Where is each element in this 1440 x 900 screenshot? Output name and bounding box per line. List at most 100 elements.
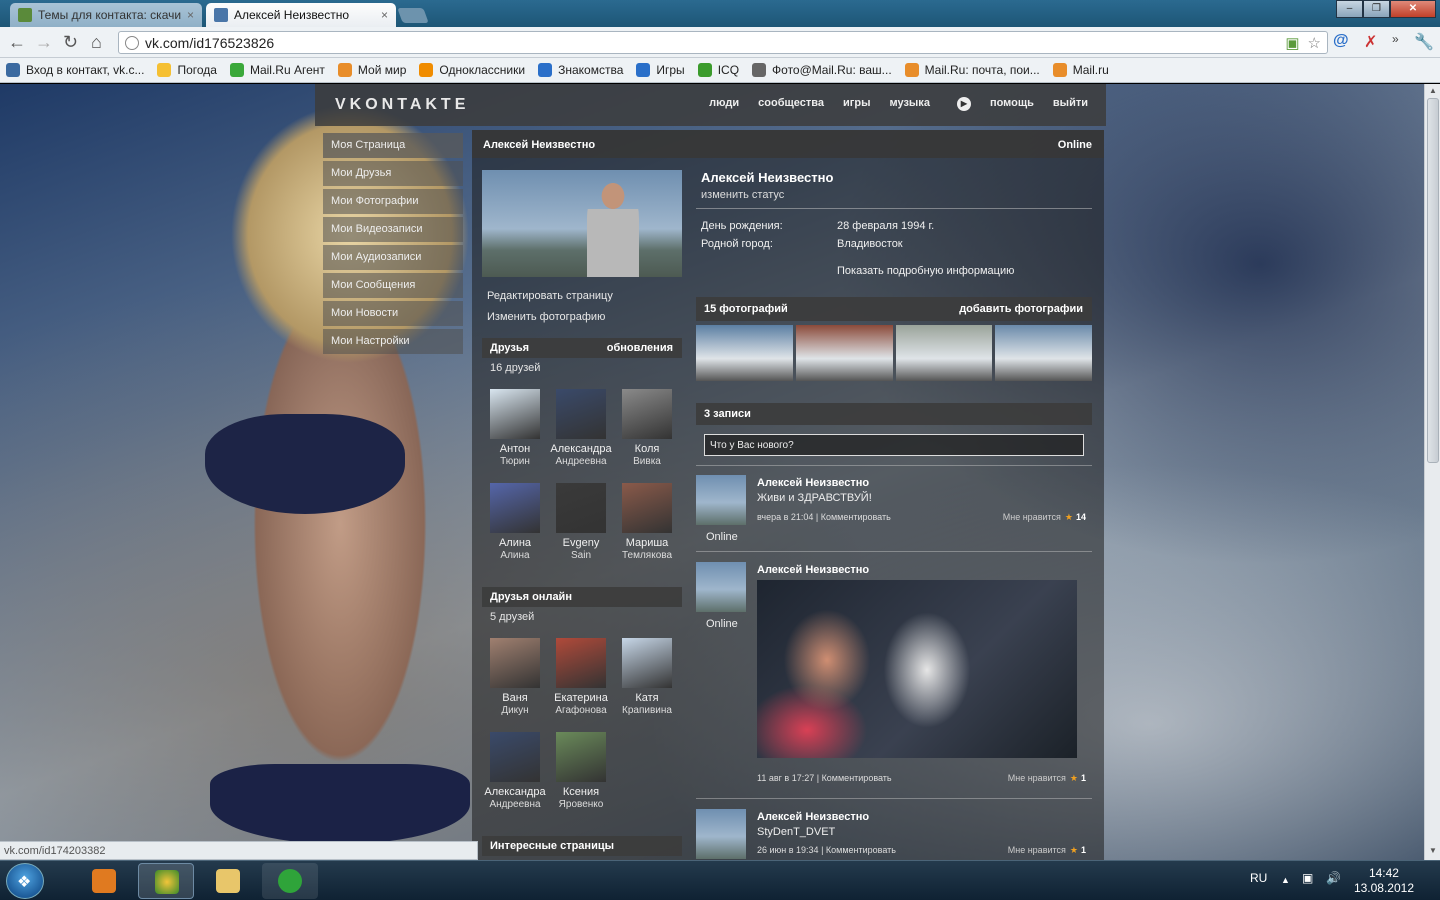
- friend-item[interactable]: Ксения Яровенко: [548, 732, 614, 811]
- tab-profile[interactable]: Алексей Неизвестно ×: [206, 3, 396, 27]
- nav-4[interactable]: музыка: [889, 97, 929, 111]
- bookmark-item[interactable]: Знакомства: [538, 63, 623, 77]
- post-author-avatar[interactable]: [696, 809, 746, 859]
- system-clock[interactable]: 14:42 13.08.2012: [1354, 866, 1414, 896]
- friend-item[interactable]: Катя Крапивина: [614, 638, 680, 717]
- post-photo[interactable]: [757, 580, 1077, 758]
- scrollbar-thumb[interactable]: [1427, 98, 1439, 463]
- post-date[interactable]: 11 авг в 17:27: [757, 773, 814, 783]
- start-button[interactable]: ❖: [6, 863, 44, 899]
- profile-avatar[interactable]: [482, 170, 682, 277]
- friend-item[interactable]: Александра Андреевна: [482, 732, 548, 811]
- left-menu-item[interactable]: Мои Видеозаписи: [323, 217, 463, 242]
- friend-item[interactable]: Evgeny Sain: [548, 483, 614, 562]
- bookmark-item[interactable]: Mail.Ru Агент: [229, 63, 325, 77]
- add-photos-link[interactable]: добавить фотографии: [959, 303, 1083, 315]
- friend-avatar[interactable]: [490, 638, 540, 688]
- play-music-icon[interactable]: ▶: [956, 97, 971, 111]
- friends-online-title[interactable]: Друзья онлайн: [490, 591, 572, 603]
- friends-updates-link[interactable]: обновления: [607, 342, 673, 354]
- friend-item[interactable]: Александра Андреевна: [548, 389, 614, 468]
- profile-photo-thumb[interactable]: [696, 325, 793, 381]
- mailru-icon[interactable]: @: [1333, 32, 1349, 50]
- change-status-link[interactable]: изменить статус: [701, 189, 784, 201]
- friend-avatar[interactable]: [490, 732, 540, 782]
- friend-item[interactable]: Алина Алина: [482, 483, 548, 562]
- bookmark-item[interactable]: Mail.ru: [1052, 63, 1109, 77]
- post-author-avatar[interactable]: [696, 475, 746, 525]
- extension-icon[interactable]: ▣: [1285, 34, 1299, 52]
- friend-avatar[interactable]: [622, 389, 672, 439]
- like-button[interactable]: Мне нравится ★ 1: [1008, 845, 1086, 856]
- comment-link[interactable]: Комментировать: [822, 773, 892, 783]
- left-menu-item[interactable]: Мои Аудиозаписи: [323, 245, 463, 270]
- bookmark-item[interactable]: Игры: [636, 63, 685, 77]
- birthday-value[interactable]: 28 февраля 1994 г.: [837, 220, 934, 232]
- profile-photo-thumb[interactable]: [995, 325, 1092, 381]
- photos-count[interactable]: 15 фотографий: [704, 303, 788, 315]
- friend-avatar[interactable]: [490, 389, 540, 439]
- bookmark-item[interactable]: Mail.Ru: почта, пои...: [904, 63, 1040, 77]
- scroll-down-icon[interactable]: ▼: [1429, 846, 1437, 855]
- nav-2[interactable]: сообщества: [758, 97, 824, 111]
- network-icon[interactable]: ▣: [1302, 871, 1313, 885]
- address-bar[interactable]: vk.com/id176523826 ▣ ☆: [118, 31, 1328, 54]
- left-menu-item[interactable]: Моя Страница: [323, 133, 463, 158]
- bookmark-item[interactable]: Мой мир: [337, 63, 406, 77]
- left-menu-item[interactable]: Мои Сообщения: [323, 273, 463, 298]
- left-menu-item[interactable]: Мои Друзья: [323, 161, 463, 186]
- change-photo-link[interactable]: Изменить фотографию: [487, 311, 605, 323]
- new-tab-button[interactable]: [397, 8, 429, 23]
- friend-item[interactable]: Коля Вивка: [614, 389, 680, 468]
- home-icon[interactable]: ⌂: [91, 32, 102, 53]
- friend-item[interactable]: Ваня Дикун: [482, 638, 548, 717]
- nav-5[interactable]: помощь: [990, 97, 1034, 111]
- minimize-button[interactable]: –: [1336, 0, 1363, 18]
- left-menu-item[interactable]: Мои Фотографии: [323, 189, 463, 214]
- post-date[interactable]: вчера в 21:04: [757, 512, 813, 522]
- friends-count[interactable]: 16 друзей: [490, 362, 540, 374]
- friend-item[interactable]: Екатерина Агафонова: [548, 638, 614, 717]
- page-scrollbar[interactable]: ▲ ▼: [1424, 84, 1440, 860]
- like-button[interactable]: Мне нравится ★ 14: [1003, 512, 1086, 523]
- tab-themes[interactable]: Темы для контакта: скачи ×: [10, 3, 202, 27]
- vk-logo[interactable]: VKONTAKTE: [335, 96, 469, 114]
- taskbar-mail-agent[interactable]: [262, 863, 318, 899]
- friends-online-count[interactable]: 5 друзей: [490, 611, 534, 623]
- bookmark-item[interactable]: Фото@Mail.Ru: ваш...: [752, 63, 892, 77]
- show-more-info-link[interactable]: Показать подробную информацию: [837, 265, 1014, 277]
- more-extensions-icon[interactable]: »: [1392, 32, 1399, 46]
- like-button[interactable]: Мне нравится ★ 1: [1008, 773, 1086, 784]
- close-window-button[interactable]: ✕: [1390, 0, 1436, 18]
- nav-3[interactable]: игры: [843, 97, 870, 111]
- forward-icon[interactable]: →: [35, 32, 53, 53]
- friend-avatar[interactable]: [556, 732, 606, 782]
- taskbar-browser[interactable]: [138, 863, 194, 899]
- comment-link[interactable]: Комментировать: [821, 512, 891, 522]
- nav-1[interactable]: люди: [709, 97, 739, 111]
- bookmark-item[interactable]: Погода: [157, 63, 217, 77]
- antivirus-icon[interactable]: ✗: [1364, 32, 1377, 52]
- post-date[interactable]: 26 июн в 19:34: [757, 845, 819, 855]
- maximize-button[interactable]: ❐: [1363, 0, 1390, 18]
- bookmark-item[interactable]: ICQ: [697, 63, 739, 77]
- left-menu-item[interactable]: Мои Настройки: [323, 329, 463, 354]
- left-menu-item[interactable]: Мои Новости: [323, 301, 463, 326]
- wrench-icon[interactable]: 🔧: [1414, 32, 1434, 52]
- post-author-name[interactable]: Алексей Неизвестно: [757, 811, 869, 823]
- taskbar-explorer[interactable]: [200, 863, 256, 899]
- edit-page-link[interactable]: Редактировать страницу: [487, 290, 613, 302]
- volume-icon[interactable]: 🔊: [1326, 871, 1341, 885]
- friend-item[interactable]: Антон Тюрин: [482, 389, 548, 468]
- wall-post-input[interactable]: Что у Вас нового?: [704, 434, 1084, 456]
- friend-item[interactable]: Мариша Темлякова: [614, 483, 680, 562]
- friend-avatar[interactable]: [490, 483, 540, 533]
- post-author-name[interactable]: Алексей Неизвестно: [757, 477, 869, 489]
- friend-avatar[interactable]: [622, 638, 672, 688]
- profile-photo-thumb[interactable]: [895, 325, 993, 381]
- close-tab-icon[interactable]: ×: [187, 8, 194, 22]
- friends-title[interactable]: Друзья: [490, 342, 529, 354]
- interesting-pages-title[interactable]: Интересные страницы: [490, 840, 614, 852]
- comment-link[interactable]: Комментировать: [826, 845, 896, 855]
- taskbar-media-player[interactable]: [76, 863, 132, 899]
